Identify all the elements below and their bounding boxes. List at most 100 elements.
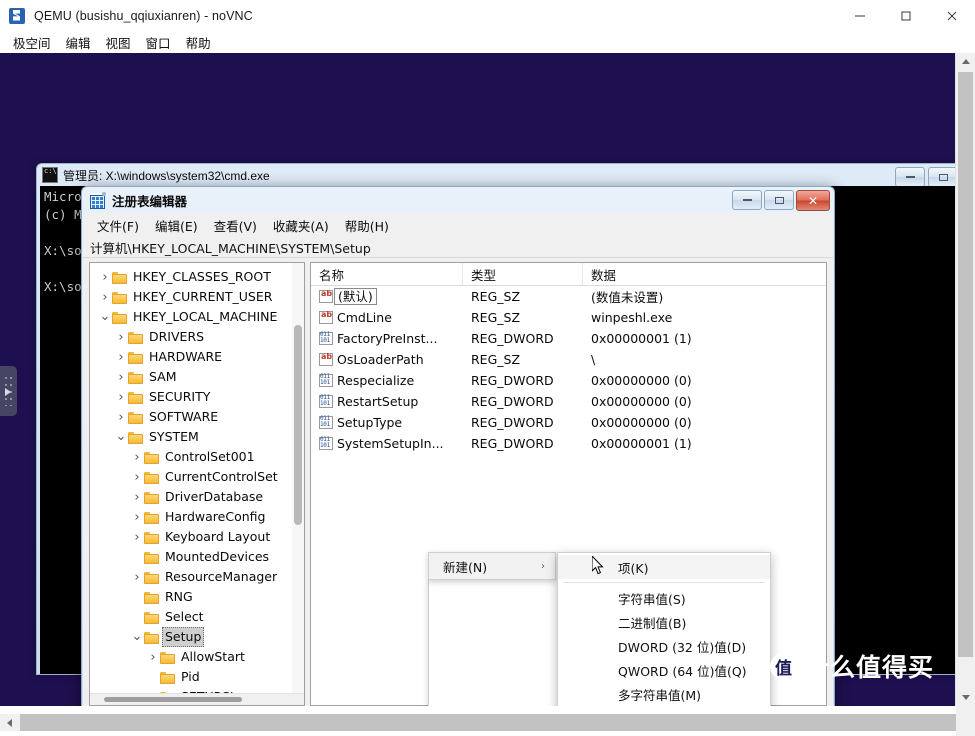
registry-tree-pane[interactable]: › HKEY_CLASSES_ROOT › HKEY_CURRENT_USER ⌄ HKE… [89, 262, 305, 706]
regedit-menu-edit[interactable]: 编辑(E) [147, 213, 206, 238]
tree-node[interactable]: › HKEY_CURRENT_USER [90, 287, 304, 307]
chevron-right-icon[interactable]: › [114, 410, 128, 425]
viewport-horizontal-scrollbar[interactable] [0, 706, 956, 736]
cmd-minimize-button[interactable] [895, 167, 925, 187]
context-submenu-item[interactable]: 项(K) [558, 555, 770, 579]
app-menu-window[interactable]: 窗口 [139, 31, 178, 54]
chevron-right-icon[interactable]: › [130, 510, 144, 525]
tree-node[interactable]: ⌄ HKEY_LOCAL_MACHINE [90, 307, 304, 327]
tree-node[interactable]: › DRIVERS [90, 327, 304, 347]
tree-node[interactable]: Select [90, 607, 304, 627]
string-value-icon [319, 310, 333, 324]
chevron-right-icon[interactable]: › [114, 330, 128, 345]
minimize-button[interactable] [837, 0, 883, 31]
regedit-titlebar[interactable]: 注册表编辑器 [82, 187, 834, 213]
scroll-up-icon[interactable] [956, 53, 975, 70]
value-row[interactable]: SetupType REG_DWORD 0x00000000 (0) [311, 412, 826, 433]
tree-node[interactable]: › ResourceManager [90, 567, 304, 587]
value-row[interactable]: RestartSetup REG_DWORD 0x00000000 (0) [311, 391, 826, 412]
regedit-close-button[interactable]: ✕ [796, 190, 830, 211]
chevron-down-icon[interactable]: ⌄ [130, 630, 144, 643]
cmd-titlebar[interactable]: 管理员: X:\windows\system32\cmd.exe [37, 164, 956, 186]
vnc-viewport[interactable]: 管理员: X:\windows\system32\cmd.exe Micro (… [0, 53, 956, 706]
context-submenu-item[interactable]: 多字符串值(M) [558, 682, 770, 706]
app-menu-help[interactable]: 帮助 [179, 31, 218, 54]
context-submenu-item[interactable]: DWORD (32 位)值(D) [558, 634, 770, 658]
regedit-address-bar[interactable]: 计算机\HKEY_LOCAL_MACHINE\SYSTEM\Setup [83, 237, 833, 258]
context-submenu-item[interactable]: QWORD (64 位)值(Q) [558, 658, 770, 682]
maximize-button[interactable] [883, 0, 929, 31]
values-column-headers: 名称 类型 数据 [311, 263, 826, 286]
tree-node[interactable]: › CurrentControlSet [90, 467, 304, 487]
regedit-menu-favorites[interactable]: 收藏夹(A) [265, 213, 337, 238]
chevron-right-icon[interactable]: › [114, 390, 128, 405]
tree-node-label: DriverDatabase [165, 489, 264, 504]
tree-hscroll-thumb[interactable] [104, 697, 242, 702]
tree-node[interactable]: RNG [90, 587, 304, 607]
value-data-cell: winpeshl.exe [591, 310, 673, 325]
regedit-maximize-button[interactable] [764, 190, 794, 210]
tree-node[interactable]: › HARDWARE [90, 347, 304, 367]
chevron-right-icon[interactable]: › [130, 570, 144, 585]
context-submenu-item[interactable]: 字符串值(S) [558, 586, 770, 610]
tree-vertical-scrollbar[interactable] [292, 263, 304, 694]
column-header-name[interactable]: 名称 [311, 263, 463, 285]
value-name-label: OsLoaderPath [337, 352, 424, 367]
chevron-right-icon[interactable]: › [114, 350, 128, 365]
value-row[interactable]: OsLoaderPath REG_SZ \ [311, 349, 826, 370]
tree-node[interactable]: › DriverDatabase [90, 487, 304, 507]
value-data-cell: 0x00000000 (0) [591, 415, 692, 430]
scroll-down-icon[interactable] [956, 689, 975, 706]
vscroll-thumb[interactable] [958, 72, 973, 657]
value-type-cell: REG_DWORD [471, 394, 554, 409]
chevron-right-icon[interactable]: › [114, 370, 128, 385]
value-row[interactable]: (默认) REG_SZ (数值未设置) [311, 286, 826, 307]
cmd-maximize-button[interactable] [928, 167, 956, 187]
column-header-data[interactable]: 数据 [583, 263, 826, 285]
regedit-menu-view[interactable]: 查看(V) [206, 213, 265, 238]
value-name-label: (默认) [334, 288, 377, 305]
tree-horizontal-scrollbar[interactable] [90, 693, 304, 705]
tree-node[interactable]: MountedDevices [90, 547, 304, 567]
regedit-address-text: 计算机\HKEY_LOCAL_MACHINE\SYSTEM\Setup [90, 240, 371, 256]
regedit-minimize-button[interactable] [732, 190, 762, 210]
chevron-right-icon[interactable]: › [130, 450, 144, 465]
tree-vscroll-thumb[interactable] [294, 325, 302, 525]
app-menu-edit[interactable]: 编辑 [59, 31, 98, 54]
chevron-right-icon[interactable]: › [146, 650, 160, 665]
value-row[interactable]: CmdLine REG_SZ winpeshl.exe [311, 307, 826, 328]
chevron-right-icon[interactable]: › [130, 490, 144, 505]
tree-node[interactable]: Pid [90, 667, 304, 687]
chevron-down-icon[interactable]: ⌄ [114, 430, 128, 443]
chevron-right-icon[interactable]: › [98, 270, 112, 285]
novnc-control-handle[interactable] [0, 366, 17, 416]
tree-node[interactable]: › Keyboard Layout [90, 527, 304, 547]
viewport-vertical-scrollbar[interactable] [955, 53, 975, 706]
context-submenu-item[interactable]: 二进制值(B) [558, 610, 770, 634]
app-menu-jikongjian[interactable]: 极空间 [6, 31, 58, 54]
tree-node[interactable]: › SECURITY [90, 387, 304, 407]
tree-node[interactable]: › HardwareConfig [90, 507, 304, 527]
column-header-type[interactable]: 类型 [463, 263, 583, 285]
chevron-right-icon[interactable]: › [130, 470, 144, 485]
regedit-menu-help[interactable]: 帮助(H) [337, 213, 397, 238]
value-row[interactable]: Respecialize REG_DWORD 0x00000000 (0) [311, 370, 826, 391]
value-row[interactable]: FactoryPreInst... REG_DWORD 0x00000001 (1) [311, 328, 826, 349]
tree-node[interactable]: ⌄ Setup [90, 627, 304, 647]
close-button[interactable] [929, 0, 975, 31]
context-menu-item-new[interactable]: 新建(N) › [428, 552, 556, 580]
tree-node[interactable]: › ControlSet001 [90, 447, 304, 467]
tree-node[interactable]: ⌄ SYSTEM [90, 427, 304, 447]
tree-node[interactable]: › SOFTWARE [90, 407, 304, 427]
regedit-menu-file[interactable]: 文件(F) [89, 213, 147, 238]
tree-node[interactable]: › SAM [90, 367, 304, 387]
app-menu-view[interactable]: 视图 [99, 31, 138, 54]
value-row[interactable]: SystemSetupIn... REG_DWORD 0x00000001 (1) [311, 433, 826, 454]
chevron-right-icon[interactable]: › [98, 290, 112, 305]
chevron-right-icon[interactable]: › [130, 530, 144, 545]
hscroll-thumb[interactable] [20, 714, 956, 731]
chevron-down-icon[interactable]: ⌄ [98, 310, 112, 323]
scroll-left-icon[interactable] [0, 714, 19, 731]
tree-node[interactable]: › AllowStart [90, 647, 304, 667]
tree-node[interactable]: › HKEY_CLASSES_ROOT [90, 267, 304, 287]
